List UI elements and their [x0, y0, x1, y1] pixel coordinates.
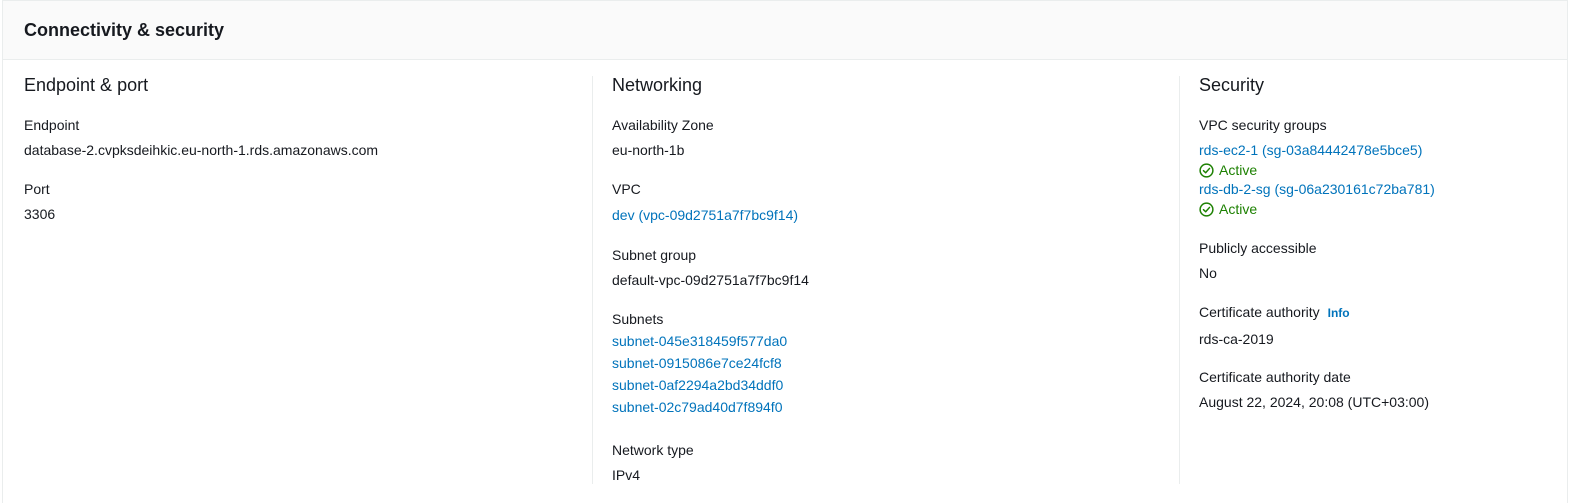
vpc-link[interactable]: dev (vpc-09d2751a7f7bc9f14)	[612, 207, 798, 223]
status-badge: Active	[1199, 201, 1435, 217]
subnet-group-value: default-vpc-09d2751a7f7bc9f14	[612, 272, 809, 288]
publicly-accessible-value: No	[1199, 265, 1217, 281]
certificate-authority-label: Certificate authority	[1199, 304, 1320, 320]
network-type-label: Network type	[612, 442, 694, 458]
port-label: Port	[24, 181, 50, 197]
certificate-authority-date-field: Certificate authority date August 22, 20…	[1199, 369, 1429, 410]
subnet-link[interactable]: subnet-045e318459f577da0	[612, 333, 787, 349]
security-column: Security VPC security groups rds-ec2-1 (…	[1179, 76, 1559, 484]
networking-column: Networking Availability Zone eu-north-1b…	[592, 76, 1172, 484]
subnets-label: Subnets	[612, 311, 664, 327]
subnet-group-field: Subnet group default-vpc-09d2751a7f7bc9f…	[612, 247, 809, 288]
port-field: Port 3306	[24, 181, 55, 222]
panel-header: Connectivity & security	[3, 1, 1567, 60]
vpc-security-groups-label: VPC security groups	[1199, 117, 1327, 133]
vpc-field: VPC dev (vpc-09d2751a7f7bc9f14)	[612, 181, 798, 223]
port-value: 3306	[24, 206, 56, 222]
endpoint-port-heading: Endpoint & port	[24, 75, 149, 95]
publicly-accessible-field: Publicly accessible No	[1199, 240, 1317, 281]
check-circle-icon	[1199, 162, 1214, 178]
connectivity-security-panel: Connectivity & security Endpoint & port …	[2, 0, 1568, 503]
subnet-group-label: Subnet group	[612, 247, 697, 263]
availability-zone-field: Availability Zone eu-north-1b	[612, 117, 714, 158]
security-group-link[interactable]: rds-ec2-1 (sg-03a84442478e5bce5)	[1199, 142, 1435, 158]
info-link[interactable]: Info	[1328, 306, 1350, 320]
subnets-field: Subnets subnet-045e318459f577da0 subnet-…	[612, 311, 787, 415]
endpoint-field: Endpoint database-2.cvpksdeihkic.eu-nort…	[24, 117, 378, 158]
networking-heading: Networking	[612, 75, 703, 95]
subnet-link[interactable]: subnet-0af2294a2bd34ddf0	[612, 377, 787, 393]
endpoint-label: Endpoint	[24, 117, 80, 133]
vpc-label: VPC	[612, 181, 641, 197]
panel-title: Connectivity & security	[24, 20, 225, 40]
endpoint-port-column: Endpoint & port Endpoint database-2.cvpk…	[24, 76, 584, 484]
certificate-authority-date-value: August 22, 2024, 20:08 (UTC+03:00)	[1199, 394, 1429, 410]
certificate-authority-label-row: Certificate authority Info	[1199, 304, 1350, 321]
status-text: Active	[1219, 201, 1258, 217]
subnet-link[interactable]: subnet-0915086e7ce24fcf8	[612, 355, 787, 371]
status-badge: Active	[1199, 162, 1435, 178]
check-circle-icon	[1199, 201, 1214, 217]
endpoint-value: database-2.cvpksdeihkic.eu-north-1.rds.a…	[24, 142, 379, 158]
certificate-authority-field: Certificate authority Info rds-ca-2019	[1199, 304, 1350, 347]
subnet-link[interactable]: subnet-02c79ad40d7f894f0	[612, 399, 787, 415]
security-heading: Security	[1199, 75, 1265, 95]
availability-zone-value: eu-north-1b	[612, 142, 685, 158]
vpc-security-groups-field: VPC security groups rds-ec2-1 (sg-03a844…	[1199, 117, 1435, 217]
certificate-authority-value: rds-ca-2019	[1199, 331, 1274, 347]
certificate-authority-date-label: Certificate authority date	[1199, 369, 1351, 385]
status-text: Active	[1219, 162, 1258, 178]
network-type-field: Network type IPv4	[612, 442, 694, 483]
security-group-link[interactable]: rds-db-2-sg (sg-06a230161c72ba781)	[1199, 181, 1435, 197]
network-type-value: IPv4	[612, 467, 641, 483]
publicly-accessible-label: Publicly accessible	[1199, 240, 1317, 256]
availability-zone-label: Availability Zone	[612, 117, 714, 133]
